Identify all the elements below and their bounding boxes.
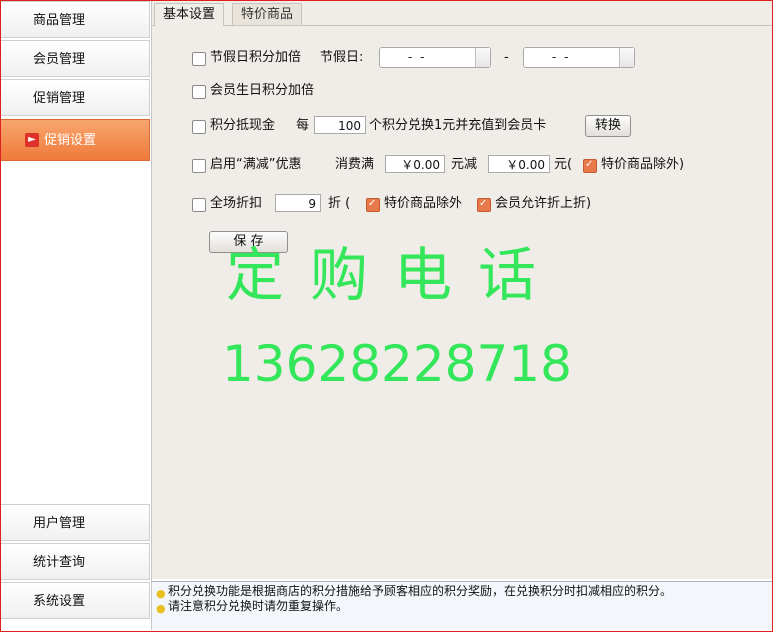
sidebar-item-promotion-settings[interactable]: ► 促销设置 [1, 119, 150, 161]
full-reduce-exclude-checkbox[interactable] [583, 153, 597, 177]
reduce-amount-input[interactable]: ￥0.00 [488, 155, 550, 173]
order-phone-number: 13628228718 [222, 335, 572, 393]
spend-label: 消费满 [335, 157, 375, 172]
lightbulb-icon: ● [156, 602, 166, 615]
discount-value-input[interactable]: 9 [275, 194, 321, 212]
sidebar-item-label: 用户管理 [33, 516, 86, 531]
birthday-points-row: 会员生日积分加倍 [152, 79, 772, 103]
holiday-date-to-picker[interactable]: - - [523, 47, 635, 68]
hint-line: ● 积分兑换功能是根据商店的积分措施给予顾客相应的积分奖励，在兑换积分时扣减相应的… [156, 584, 673, 600]
sidebar-item-label: 促销管理 [33, 91, 86, 106]
hint-text: 积分兑换功能是根据商店的积分措施给予顾客相应的积分奖励，在兑换积分时扣减相应的积… [168, 584, 673, 598]
full-reduce-checkbox[interactable] [192, 159, 206, 173]
allow-stack-discount-checkbox[interactable] [477, 192, 491, 216]
store-discount-checkbox[interactable] [192, 198, 206, 212]
points-cash-checkbox[interactable] [192, 120, 206, 134]
tab-bar: 基本设置 特价商品 [152, 3, 772, 26]
holiday-points-label: 节假日积分加倍 [210, 50, 302, 65]
store-discount-row: 全场折扣 9 折 ( 特价商品除外 会员允许折上折) [152, 192, 772, 216]
sidebar-item-label: 会员管理 [33, 52, 86, 67]
hint-line: ● 请注意积分兑换时请勿重复操作。 [156, 599, 349, 615]
lightbulb-icon: ● [156, 587, 166, 600]
tab-basic-settings[interactable]: 基本设置 [154, 3, 225, 26]
tab-label: 特价商品 [241, 7, 294, 22]
full-reduce-row: 启用“满减”优惠 消费满 ￥0.00 元减 ￥0.00 元( 特价商品除外) [152, 153, 772, 177]
hint-panel: ● 积分兑换功能是根据商店的积分措施给予顾客相应的积分奖励，在兑换积分时扣减相应的… [152, 581, 772, 630]
tab-special-products[interactable]: 特价商品 [232, 3, 303, 25]
points-cash-label: 积分抵现金 [210, 118, 276, 133]
date-text: - - [552, 50, 571, 64]
dropdown-icon[interactable] [475, 48, 490, 67]
date-text: - - [408, 50, 427, 64]
sidebar-item-label: 促销设置 [44, 133, 97, 148]
order-phone-heading: 定购电话 [226, 241, 563, 309]
reduce-label: 元减 [451, 157, 478, 172]
sidebar-item-statistics[interactable]: 统计查询 [1, 543, 150, 580]
sidebar-item-promotions[interactable]: 促销管理 [1, 79, 150, 116]
full-reduce-label: 启用“满减”优惠 [210, 157, 302, 172]
tab-label: 基本设置 [163, 7, 216, 22]
allow-stack-discount-label: 会员允许折上折) [495, 196, 592, 211]
sidebar: 商品管理 会员管理 促销管理 ► 促销设置 用户管理 统计查询 系统设置 [1, 1, 152, 630]
full-reduce-unit: 元( [554, 157, 573, 172]
points-cash-suffix: 个积分兑换1元并充值到会员卡 [369, 118, 547, 133]
holiday-points-row: 节假日积分加倍 节假日: - - - - - [152, 46, 772, 70]
sidebar-item-label: 系统设置 [33, 594, 86, 609]
sidebar-item-users[interactable]: 用户管理 [1, 504, 150, 541]
date-separator: - [504, 50, 509, 65]
dropdown-icon[interactable] [619, 48, 634, 67]
sidebar-item-label: 商品管理 [33, 13, 86, 28]
discount-unit: 折 ( [328, 196, 351, 211]
points-per-yuan-input[interactable]: 100 [314, 116, 366, 134]
sidebar-item-system-settings[interactable]: 系统设置 [1, 582, 150, 619]
points-cash-prefix: 每 [296, 118, 310, 133]
hint-text: 请注意积分兑换时请勿重复操作。 [168, 599, 349, 613]
full-reduce-exclude-label: 特价商品除外) [601, 157, 685, 172]
convert-button[interactable]: 转换 [585, 115, 631, 137]
birthday-points-checkbox[interactable] [192, 85, 206, 99]
discount-exclude-label: 特价商品除外 [384, 196, 463, 211]
birthday-points-label: 会员生日积分加倍 [210, 83, 315, 98]
store-discount-label: 全场折扣 [210, 196, 263, 211]
holiday-date-from-picker[interactable]: - - [379, 47, 491, 68]
sidebar-item-label: 统计查询 [33, 555, 86, 570]
arrow-right-icon: ► [25, 132, 39, 147]
holiday-date-label: 节假日: [320, 50, 364, 65]
holiday-points-checkbox[interactable] [192, 52, 206, 66]
discount-exclude-checkbox[interactable] [366, 192, 380, 216]
points-cash-row: 积分抵现金 每 100 个积分兑换1元并充值到会员卡 转换 [152, 114, 772, 138]
sidebar-item-members[interactable]: 会员管理 [1, 40, 150, 77]
sidebar-item-products[interactable]: 商品管理 [1, 1, 150, 38]
spend-amount-input[interactable]: ￥0.00 [385, 155, 445, 173]
